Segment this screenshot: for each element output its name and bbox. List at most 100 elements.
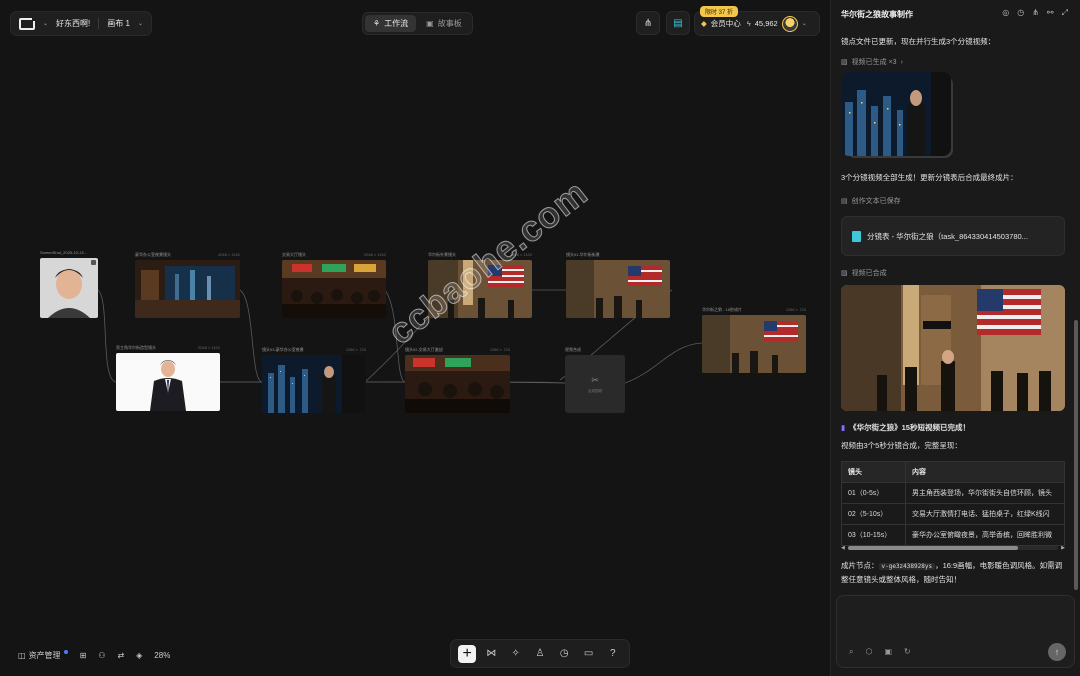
chevron-down-icon[interactable]: ⌄ xyxy=(138,20,143,27)
panel-scrollbar[interactable] xyxy=(1074,320,1078,590)
new-chat-icon[interactable]: ◎ xyxy=(1002,8,1009,18)
chevron-down-icon[interactable]: ⌄ xyxy=(802,20,807,27)
table-header: 镜头 xyxy=(841,461,906,483)
share-icon[interactable]: ⋔ xyxy=(1032,8,1039,18)
bottom-left-toolbar: ◫ 资产管理 ⊞ ⚇ ⇄ ◈ 28% xyxy=(18,649,170,661)
doc-saved-status: ▤ 创作文本已保存 xyxy=(841,196,901,206)
nodes-icon: ⋈ xyxy=(486,648,497,659)
node-trading-floor[interactable]: 交易大厅镜头 2048 × 1152 xyxy=(282,252,386,318)
add-node-button[interactable]: + xyxy=(458,644,477,663)
file-name: 分镜表 - 华尔街之狼（task_864330414503780... xyxy=(867,231,1028,241)
scrollbar-thumb[interactable] xyxy=(847,546,1018,550)
tab-workflow-label: 工作流 xyxy=(384,19,409,28)
link-icon[interactable]: ⚯ xyxy=(1047,8,1054,18)
attach-icon[interactable]: ⌕ xyxy=(849,647,853,657)
node-shot02-video[interactable]: 镜头02-交易大厅激战 1280 × 720 xyxy=(405,347,510,413)
table-row: 01（0-5s） 男主角西装登场，华尔街街头自信环顾，镜头 xyxy=(841,482,1065,504)
diamond-icon: ◆ xyxy=(701,19,707,28)
history-button[interactable]: ◷ xyxy=(555,645,573,663)
zoom-level[interactable]: 28% xyxy=(154,651,170,660)
document-icon: ▤ xyxy=(841,198,848,205)
storyboard-file-card[interactable]: 分镜表 - 华尔街之狼（task_864330414503780... xyxy=(841,216,1065,256)
share-icon: ⋔ xyxy=(643,17,653,29)
mode-toggle: ⚘ 工作流 ▣ 故事板 xyxy=(362,12,473,35)
workflow-canvas[interactable]: ⌄ 好东西啊! 画布 1 ⌄ ⚘ 工作流 ▣ 故事板 ⋔ ▤ ◆ 会员中心 ϟ … xyxy=(0,0,830,676)
node-label: 男主角华尔街造型镜头 xyxy=(116,345,156,350)
history-icon[interactable]: ◷ xyxy=(1017,8,1024,18)
table-row: 02（5-10s） 交易大厅激情打电话、猛拍桌子，红绿K线闪 xyxy=(841,503,1065,525)
node-thumbnail xyxy=(702,315,806,373)
node-thumbnail xyxy=(282,260,386,318)
node-final-video[interactable]: 华尔街之狼 - 15秒成片 1280 × 720 xyxy=(702,307,806,373)
tab-storyboard-label: 故事板 xyxy=(437,19,462,28)
layers-icon[interactable]: ◈ xyxy=(136,651,142,660)
final-prefix: 成片节点： xyxy=(841,561,879,570)
caption-icon: ▭ xyxy=(583,648,594,659)
avatar[interactable] xyxy=(781,15,798,32)
video-icon: ▨ xyxy=(841,59,848,66)
swap-icon[interactable]: ⇄ xyxy=(117,651,124,660)
workflow-button[interactable]: ⋈ xyxy=(482,645,500,663)
send-button[interactable]: ↑ xyxy=(1048,643,1066,661)
node-label: ScreenShot_2025-10-13... xyxy=(40,250,87,255)
help-button[interactable]: ? xyxy=(604,645,622,663)
node-size: 1280 × 720 xyxy=(345,347,366,352)
node-thumbnail xyxy=(40,258,98,318)
scissors-icon: ✂ xyxy=(591,374,599,385)
assets-button[interactable]: ◫ 资产管理 xyxy=(18,649,68,661)
assistant-message: 镜点文件已更新，现在并行生成3个分镜视频： xyxy=(841,37,996,46)
magic-button[interactable]: ✧ xyxy=(507,645,525,663)
final-video-preview[interactable] xyxy=(841,285,1065,411)
subtitle-button[interactable]: ▭ xyxy=(580,645,598,663)
scroll-left-icon[interactable]: ◀ xyxy=(841,545,845,551)
table-scrollbar[interactable]: ◀ ▶ xyxy=(841,545,1065,551)
node-code[interactable]: v-ge3z438928ys xyxy=(878,563,936,570)
node-office[interactable]: 豪华办公室夜景镜头 2048 × 1152 xyxy=(135,252,240,318)
scroll-right-icon[interactable]: ▶ xyxy=(1061,545,1065,551)
node-size: 2048 × 1152 xyxy=(217,252,240,257)
node-shot03-video[interactable]: 镜头03-豪华办公室夜景 1280 × 720 xyxy=(262,347,366,413)
people-icon[interactable]: ⚇ xyxy=(98,651,105,660)
tab-storyboard[interactable]: ▣ 故事板 xyxy=(418,15,470,32)
help-icon: ? xyxy=(610,648,616,659)
node-size: 2048 × 1152 xyxy=(363,252,386,257)
refresh-icon[interactable]: ↻ xyxy=(904,647,911,657)
wire-9-10 xyxy=(624,342,703,384)
video-thumbnail xyxy=(841,72,951,156)
generated-video-stack[interactable] xyxy=(841,72,953,158)
cube-icon[interactable]: ⬡ xyxy=(865,647,872,657)
table-row: 03（10-15s） 豪华办公室俯瞰夜景，高举香槟，回眸胜利微 xyxy=(841,524,1065,546)
shot-table: 镜头 内容 01（0-5s） 男主角西装登场，华尔街街头自信环顾，镜头 02（5… xyxy=(841,461,1065,546)
image-icon[interactable]: ▣ xyxy=(884,647,892,657)
share-button[interactable]: ⋔ xyxy=(636,11,660,35)
assets-label: 资产管理 xyxy=(28,651,61,660)
node-thumbnail xyxy=(135,260,240,318)
tab-workflow[interactable]: ⚘ 工作流 xyxy=(365,15,417,32)
panel-title: 华尔街之狼故事制作 xyxy=(841,10,913,19)
bottom-toolbar: + ⋈ ✧ ♙ ◷ ▭ ? xyxy=(450,639,630,668)
promo-badge: 限时 37 折 xyxy=(700,6,739,17)
node-screenshot[interactable]: ScreenShot_2025-10-13... xyxy=(40,250,98,318)
final-video-thumbnail xyxy=(841,285,1065,411)
chevron-down-icon[interactable]: ⌄ xyxy=(43,20,48,27)
top-left-toolbar: ⌄ 好东西啊! 画布 1 ⌄ xyxy=(10,11,152,36)
member-center-label: 会员中心 xyxy=(710,19,741,28)
node-video-merge[interactable]: 视频合成 ✂ 合成视频 xyxy=(565,347,625,413)
chat-input[interactable]: ⌕ ⬡ ▣ ↻ ↑ xyxy=(836,595,1075,668)
plus-icon: + xyxy=(462,644,472,662)
node-shot01-video[interactable]: 镜头01-华尔街街景 xyxy=(566,252,670,318)
node-sublabel: 合成视频 xyxy=(588,388,602,393)
character-button[interactable]: ♙ xyxy=(531,645,549,663)
scrollbar-track[interactable] xyxy=(847,546,1059,550)
app-logo-icon[interactable] xyxy=(19,15,37,30)
video-generated-status[interactable]: ▨ 视频已生成 ×3 › xyxy=(841,57,903,67)
node-thumbnail xyxy=(566,260,670,318)
node-male-lead[interactable]: 男主角华尔街造型镜头 2048 × 1152 xyxy=(116,345,220,411)
video-merged-label: 视频已合成 xyxy=(851,270,887,277)
grid-icon[interactable]: ⊞ xyxy=(80,651,87,660)
wire-2-7 xyxy=(239,289,263,383)
store-button[interactable]: ▤ xyxy=(666,11,690,35)
collapse-icon[interactable]: ⤢ xyxy=(1062,8,1068,18)
node-label: 华尔街外景镜头 xyxy=(428,252,456,257)
canvas-selector[interactable]: 画布 1 xyxy=(107,18,130,29)
